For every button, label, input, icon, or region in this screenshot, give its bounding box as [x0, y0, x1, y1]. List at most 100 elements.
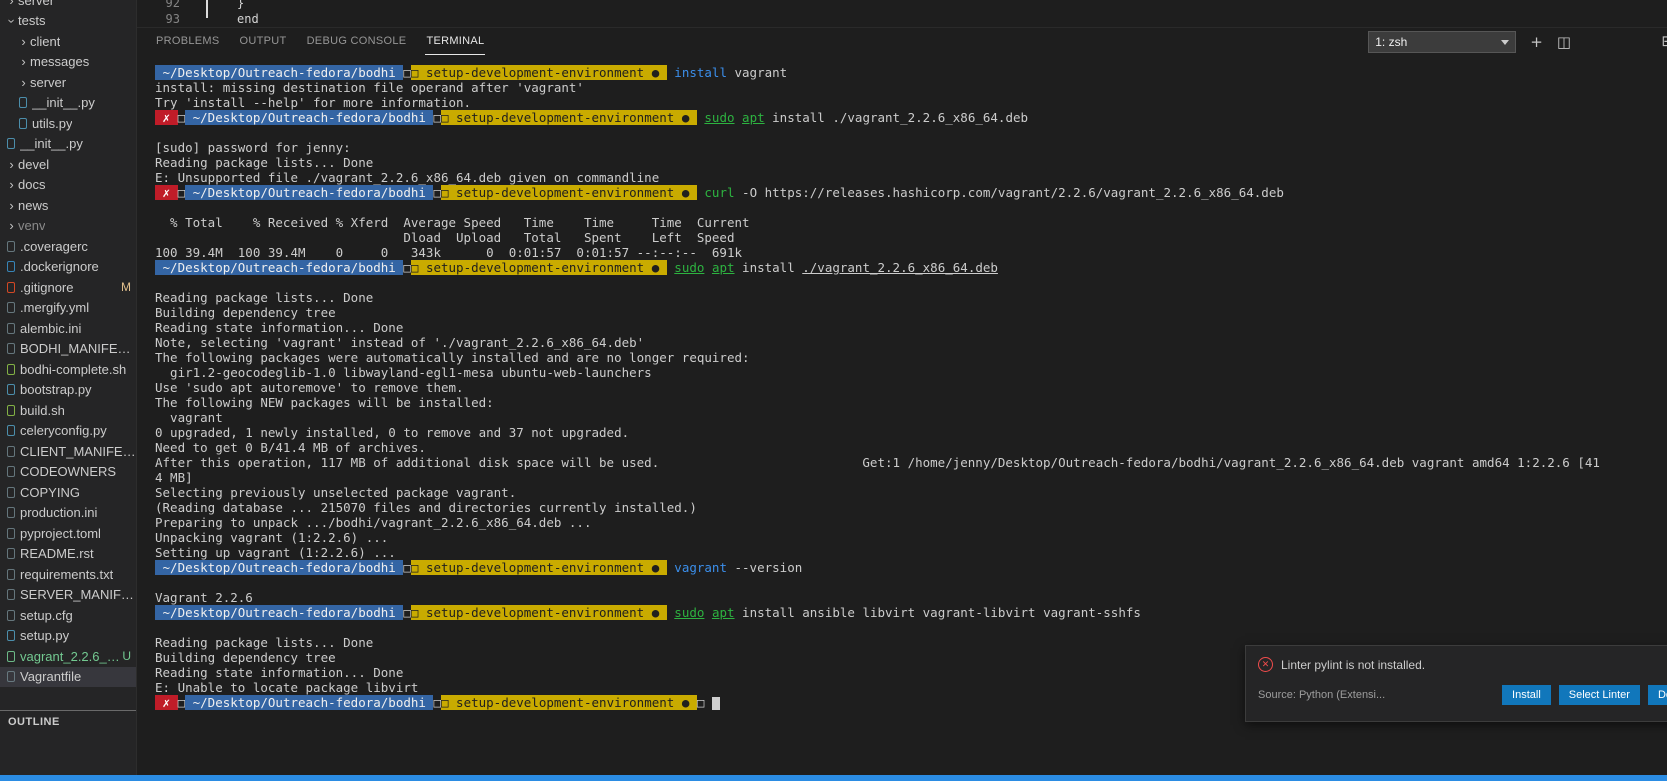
code-text: end — [237, 12, 259, 26]
folder-item-messages[interactable]: › messages — [0, 52, 136, 73]
file-label: .gitignore — [20, 279, 74, 295]
file-item-mergify-yml[interactable]: .mergify.yml — [0, 298, 136, 319]
folder-item-client[interactable]: › client — [0, 31, 136, 52]
file-item-coveragerc[interactable]: .coveragerc — [0, 236, 136, 257]
file-label: client — [30, 33, 61, 49]
terminal-line: Dload Upload Total Spent Left Speed — [155, 230, 735, 245]
terminal-line: Unpacking vagrant (1:2.2.6) ... — [155, 530, 389, 545]
folder-item-server[interactable]: › server — [0, 0, 136, 11]
file-label: news — [18, 197, 49, 213]
file-item-requirements-txt[interactable]: requirements.txt — [0, 564, 136, 585]
git-status-badge: M — [121, 280, 131, 295]
file-label: COPYING — [20, 484, 80, 500]
file-item-bodhi-complete-sh[interactable]: bodhi-complete.sh — [0, 359, 136, 380]
file-item-vagrantfile[interactable]: Vagrantfile — [0, 666, 136, 687]
terminal-line: ~/Desktop/Outreach-fedora/bodhi □□ setup… — [155, 605, 1141, 620]
chevron-down-icon — [1501, 39, 1510, 45]
file-item-client-manifest-in[interactable]: CLIENT_MANIFEST.in — [0, 441, 136, 462]
panel-tab-terminal[interactable]: TERMINAL — [425, 28, 486, 55]
config-file-icon — [7, 240, 15, 252]
file-item-production-ini[interactable]: production.ini — [0, 503, 136, 524]
file-item-bodhi-manifest-in[interactable]: BODHI_MANIFEST.in — [0, 339, 136, 360]
terminal-line: ~/Desktop/Outreach-fedora/bodhi □□ setup… — [155, 65, 788, 80]
text-file-icon — [7, 445, 15, 457]
file-item-codeowners[interactable]: CODEOWNERS — [0, 462, 136, 483]
file-item-vagrant-2-2-6-x[interactable]: vagrant_2.2.6_x... U — [0, 646, 136, 667]
prompt-path-segment: ~/Desktop/Outreach-fedora/bodhi — [155, 65, 404, 80]
prompt-git-branch-segment: □ setup-development-environment ● — [410, 260, 667, 275]
file-item-celeryconfig-py[interactable]: celeryconfig.py — [0, 421, 136, 442]
folder-item-server[interactable]: › server — [0, 72, 136, 93]
prompt-path-segment: ~/Desktop/Outreach-fedora/bodhi — [185, 185, 434, 200]
text-file-icon — [7, 486, 15, 498]
text-file-icon — [7, 568, 15, 580]
file-label: .coveragerc — [20, 238, 88, 254]
file-label: tests — [18, 13, 46, 29]
notification-toast: ✕ Linter pylint is not installed. Source… — [1245, 645, 1667, 722]
chevron-right-icon: › — [9, 0, 14, 8]
chevron-right-icon: › — [21, 33, 26, 49]
file-item-dockerignore[interactable]: .dockerignore — [0, 257, 136, 278]
file-item-pyproject-toml[interactable]: pyproject.toml — [0, 523, 136, 544]
file-label: docs — [18, 177, 46, 193]
config-file-icon — [7, 527, 15, 539]
terminal-shell-selector[interactable]: 1: zsh — [1368, 31, 1517, 53]
outline-label: OUTLINE — [8, 715, 60, 728]
file-item-build-sh[interactable]: build.sh — [0, 400, 136, 421]
select-linter-button[interactable]: Select Linter — [1558, 685, 1640, 705]
file-item-init-py[interactable]: __init__.py — [0, 134, 136, 155]
prompt-path-segment: ~/Desktop/Outreach-fedora/bodhi — [155, 260, 404, 275]
split-terminal-icon[interactable]: ◫ — [1557, 34, 1571, 50]
file-item-copying[interactable]: COPYING — [0, 482, 136, 503]
folder-item-tests[interactable]: › tests — [0, 11, 136, 32]
file-item-init-py[interactable]: __init__.py — [0, 93, 136, 114]
status-bar — [0, 775, 1667, 781]
text-file-icon — [7, 589, 15, 601]
file-item-gitignore[interactable]: .gitignore M — [0, 277, 136, 298]
editor-region[interactable]: 92} 93 end — [137, 0, 1667, 27]
maximize-panel-icon[interactable]: ⊞ — [1661, 34, 1667, 49]
panel-tab-output[interactable]: OUTPUT — [239, 28, 288, 55]
file-item-bootstrap-py[interactable]: bootstrap.py — [0, 380, 136, 401]
docker-icon — [7, 261, 15, 273]
config-file-icon — [7, 507, 15, 519]
outline-section-header[interactable]: OUTLINE — [0, 710, 136, 732]
folder-item-devel[interactable]: › devel — [0, 154, 136, 175]
chevron-right-icon: › — [9, 156, 14, 172]
file-label: __init__.py — [20, 136, 83, 152]
error-icon: ✕ — [1258, 657, 1273, 672]
do-button[interactable]: Do — [1647, 685, 1667, 705]
editor-line: 92} — [137, 0, 1667, 11]
terminal-line: ✗ □ ~/Desktop/Outreach-fedora/bodhi □□ s… — [155, 110, 1029, 125]
terminal-line: Try 'install --help' for more informatio… — [155, 95, 472, 110]
install-button[interactable]: Install — [1502, 685, 1551, 705]
file-item-setup-cfg[interactable]: setup.cfg — [0, 605, 136, 626]
terminal-line: Use 'sudo apt autoremove' to remove them… — [155, 380, 464, 395]
terminal-cursor — [711, 697, 720, 710]
file-label: production.ini — [20, 505, 98, 521]
terminal-line: The following packages were automaticall… — [155, 350, 750, 365]
terminal-line: Building dependency tree — [155, 305, 336, 320]
folder-item-news[interactable]: › news — [0, 195, 136, 216]
python-file-icon — [7, 630, 15, 642]
panel-tab-debug-console[interactable]: DEBUG CONSOLE — [306, 28, 408, 55]
file-item-utils-py[interactable]: utils.py — [0, 113, 136, 134]
file-item-server-manifest-in[interactable]: SERVER_MANIFEST.in — [0, 585, 136, 606]
prompt-git-branch-segment: □ setup-development-environment ● — [441, 185, 697, 200]
prompt-git-branch-segment: □ setup-development-environment ● — [410, 560, 667, 575]
text-file-icon — [7, 548, 15, 560]
folder-item-venv[interactable]: › venv — [0, 216, 136, 237]
panel-tab-problems[interactable]: PROBLEMS — [155, 28, 221, 55]
file-label: utils.py — [32, 115, 73, 131]
new-terminal-icon[interactable]: + — [1530, 34, 1543, 50]
terminal-line: (Reading database ... 215070 files and d… — [155, 500, 697, 515]
prompt-error-segment: ✗ — [155, 185, 178, 200]
chevron-right-icon: › — [9, 197, 14, 213]
terminal-line: install: missing destination file operan… — [155, 80, 584, 95]
file-item-setup-py[interactable]: setup.py — [0, 626, 136, 647]
file-item-readme-rst[interactable]: README.rst — [0, 544, 136, 565]
file-item-alembic-ini[interactable]: alembic.ini — [0, 318, 136, 339]
line-number: 93 — [165, 12, 180, 26]
folder-item-docs[interactable]: › docs — [0, 175, 136, 196]
